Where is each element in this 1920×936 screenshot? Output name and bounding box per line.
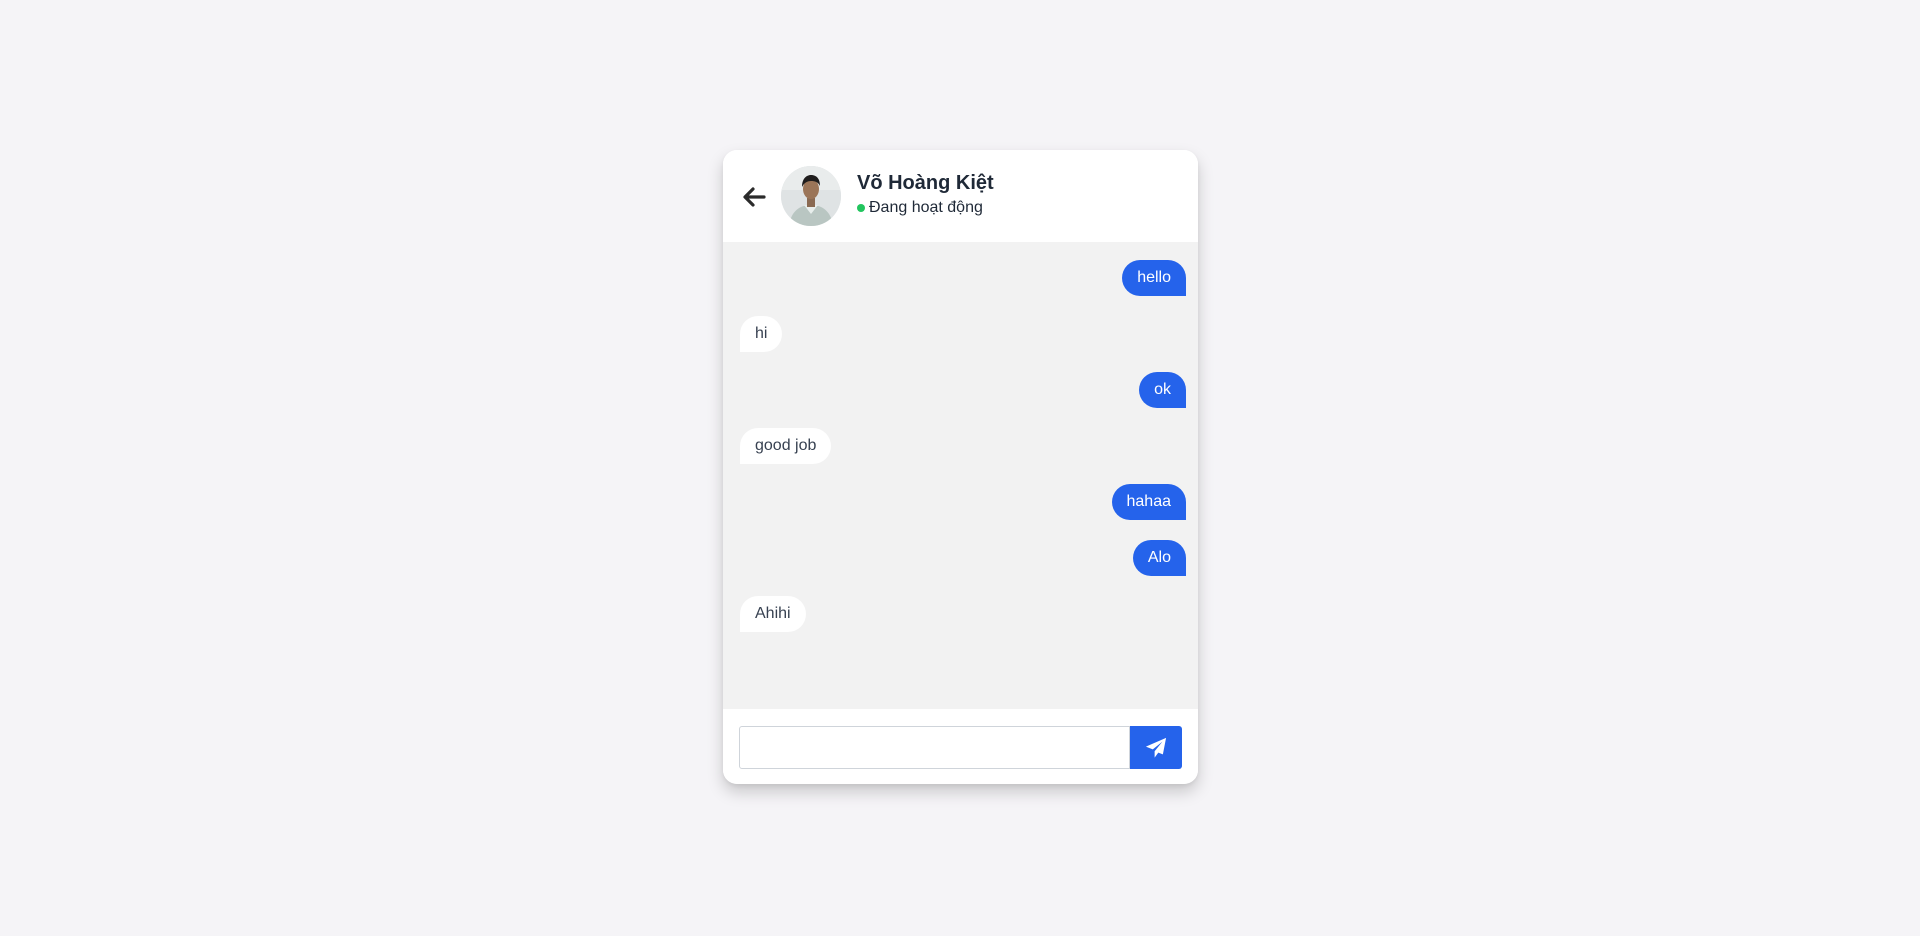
contact-name: Võ Hoàng Kiệt	[857, 172, 994, 194]
message-bubble-sent: hahaa	[1111, 484, 1186, 520]
message-bubble-sent: hello	[1122, 260, 1186, 296]
message-input[interactable]	[739, 726, 1130, 769]
composer	[723, 709, 1198, 784]
chat-header: Võ Hoàng Kiệt Đang hoạt động	[723, 150, 1198, 242]
arrow-left-icon	[743, 187, 766, 207]
message-list[interactable]: hello hi ok good job hahaa Alo Ahihi	[723, 242, 1198, 709]
chat-window: Võ Hoàng Kiệt Đang hoạt động hello hi ok…	[723, 150, 1198, 784]
status-text: Đang hoạt động	[869, 199, 983, 216]
paper-plane-icon	[1145, 737, 1167, 758]
back-button[interactable]	[739, 182, 769, 212]
message-bubble-received: Ahihi	[740, 596, 806, 632]
online-status-icon	[857, 204, 865, 212]
contact-avatar-photo	[781, 166, 841, 226]
message-bubble-received: good job	[740, 428, 832, 464]
send-button[interactable]	[1130, 726, 1182, 769]
message-bubble-received: hi	[740, 316, 783, 352]
message-bubble-sent: ok	[1139, 372, 1186, 408]
message-bubble-sent: Alo	[1132, 540, 1186, 576]
avatar[interactable]	[781, 166, 841, 226]
status-row: Đang hoạt động	[857, 199, 983, 217]
